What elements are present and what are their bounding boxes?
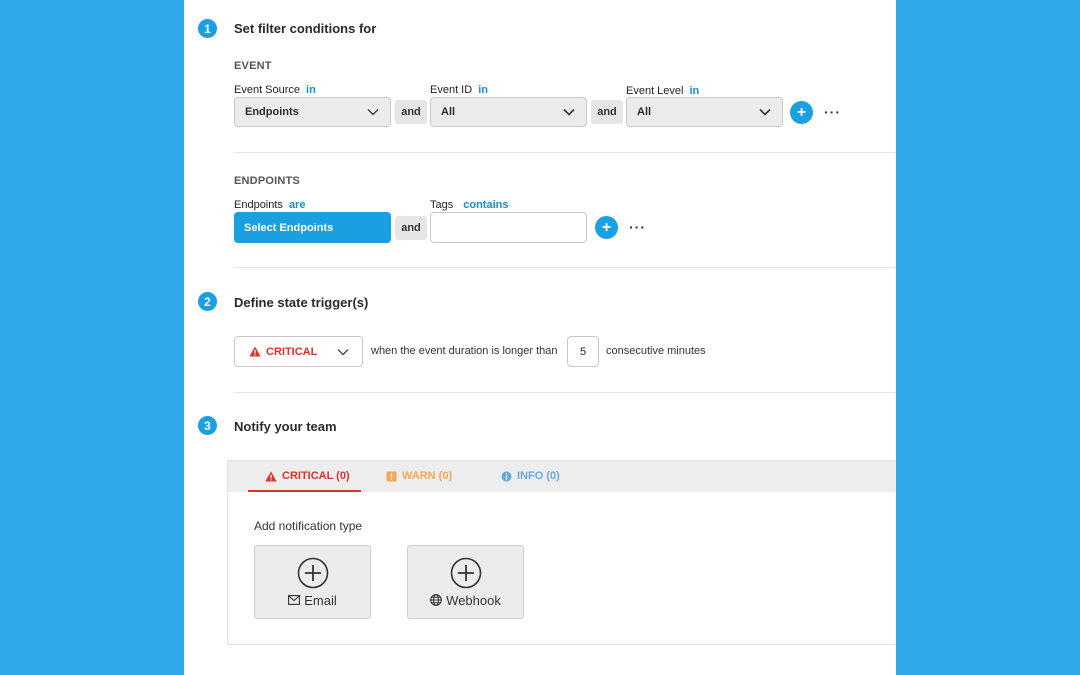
event-level-value: All <box>637 106 652 118</box>
webhook-card-label: Webhook <box>430 593 501 608</box>
section-divider <box>234 392 896 393</box>
tab-warn-label: WARN (0) <box>402 470 453 482</box>
severity-value: CRITICAL <box>249 346 317 358</box>
email-card-label: Email <box>288 593 337 608</box>
endpoints-label: Endpoints are <box>234 199 305 211</box>
chevron-down-icon <box>563 108 575 116</box>
alert-config-panel: 1 Set filter conditions for EVENT Event … <box>184 0 896 675</box>
envelope-icon <box>288 595 301 605</box>
section-divider <box>234 267 896 268</box>
step-3-title: Notify your team <box>234 419 337 434</box>
active-tab-indicator <box>248 490 361 492</box>
step-2-number: 2 <box>204 294 211 309</box>
warn-square-icon <box>386 471 397 481</box>
and-connector: and <box>591 100 623 124</box>
step-1-number: 1 <box>204 21 211 36</box>
event-section-label: EVENT <box>234 60 272 72</box>
webhook-card-text: Webhook <box>446 592 501 608</box>
step-2-badge: 2 <box>198 292 217 311</box>
add-webhook-card[interactable]: Webhook <box>407 545 524 619</box>
select-endpoints-button[interactable]: Select Endpoints <box>234 212 391 243</box>
tab-info-label: INFO (0) <box>517 470 560 482</box>
warning-triangle-icon <box>249 346 261 357</box>
event-id-operator[interactable]: in <box>478 84 488 96</box>
event-id-label: Event ID in <box>430 84 488 96</box>
tags-label: Tags contains <box>430 199 508 211</box>
severity-label: CRITICAL <box>266 345 318 358</box>
step-3-badge: 3 <box>198 416 217 435</box>
plus-circle-icon <box>297 557 328 588</box>
duration-input[interactable]: 5 <box>567 336 599 367</box>
event-source-value: Endpoints <box>245 106 299 118</box>
add-email-card[interactable]: Email <box>254 545 371 619</box>
tab-warn[interactable]: WARN (0) <box>386 470 452 482</box>
event-source-select[interactable]: Endpoints <box>234 97 391 127</box>
step-2-title: Define state trigger(s) <box>234 295 369 310</box>
event-source-operator[interactable]: in <box>306 84 316 96</box>
event-level-label-text: Event Level <box>626 85 684 97</box>
plus-icon: + <box>601 218 612 236</box>
endpoints-label-text: Endpoints <box>234 199 283 211</box>
plus-circle-icon <box>450 557 481 588</box>
endpoints-operator[interactable]: are <box>289 199 306 211</box>
and-connector: and <box>395 216 427 240</box>
chevron-down-icon <box>337 348 349 355</box>
chevron-down-icon <box>367 109 379 116</box>
add-endpoint-condition-button[interactable]: + <box>595 216 618 239</box>
info-circle-icon <box>501 471 512 481</box>
event-level-operator[interactable]: in <box>689 85 699 97</box>
event-id-label-text: Event ID <box>430 84 473 96</box>
tab-critical-label: CRITICAL (0) <box>282 470 350 482</box>
trigger-text-after: consecutive minutes <box>606 345 706 357</box>
tags-input[interactable] <box>430 212 587 243</box>
warning-triangle-icon <box>265 471 277 481</box>
more-options-icon[interactable]: ··· <box>824 104 841 120</box>
event-source-label: Event Source in <box>234 84 316 96</box>
add-event-condition-button[interactable]: + <box>790 101 813 124</box>
event-source-label-text: Event Source <box>234 84 301 96</box>
plus-icon: + <box>796 103 807 121</box>
add-notification-label: Add notification type <box>254 519 363 533</box>
email-card-text: Email <box>304 592 337 608</box>
more-options-icon[interactable]: ··· <box>629 219 646 235</box>
step-3-number: 3 <box>204 418 211 433</box>
globe-icon <box>430 594 443 606</box>
event-level-label: Event Level in <box>626 85 699 97</box>
event-id-select[interactable]: All <box>430 97 587 127</box>
chevron-down-icon <box>759 108 771 116</box>
tags-operator[interactable]: contains <box>463 199 508 211</box>
and-connector: and <box>395 100 427 124</box>
step-1-badge: 1 <box>198 19 217 38</box>
severity-select[interactable]: CRITICAL <box>234 336 363 367</box>
notification-panel: CRITICAL (0) WARN (0) INFO (0) Add notif… <box>227 460 896 645</box>
event-id-value: All <box>441 106 456 118</box>
step-1-title: Set filter conditions for <box>234 21 377 36</box>
tab-info[interactable]: INFO (0) <box>501 470 560 482</box>
tags-label-text: Tags <box>430 199 454 211</box>
tab-critical[interactable]: CRITICAL (0) <box>265 470 350 482</box>
section-divider <box>234 152 896 153</box>
event-level-select[interactable]: All <box>626 97 783 127</box>
trigger-text-before: when the event duration is longer than <box>371 345 558 357</box>
endpoints-section-label: ENDPOINTS <box>234 175 300 187</box>
